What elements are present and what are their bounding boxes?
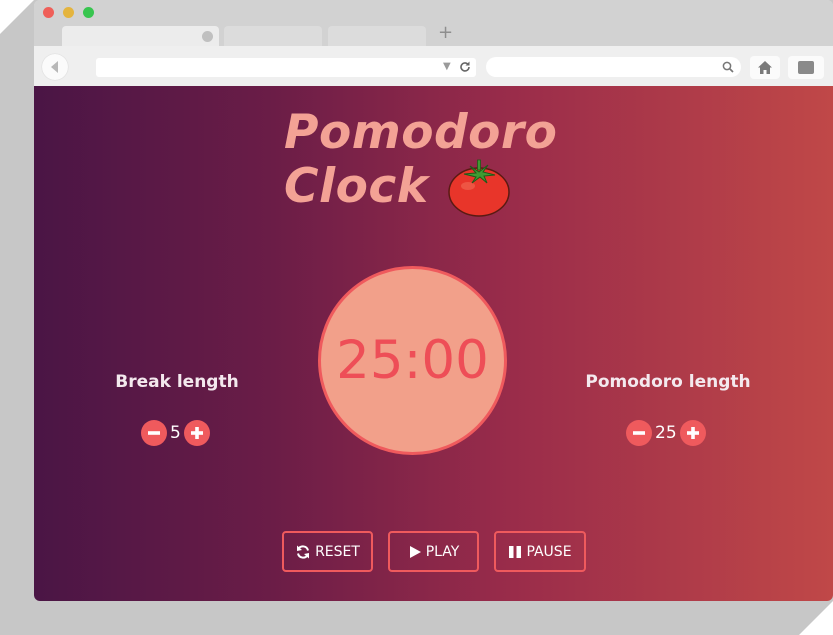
reload-icon[interactable] [458, 60, 472, 74]
reset-button[interactable]: RESET [282, 531, 373, 572]
browser-titlebar: + [34, 0, 833, 46]
search-bar[interactable] [486, 57, 741, 77]
minus-icon [633, 431, 645, 435]
browser-window: + ▼ Pomodoro Clock 25:00 Break length 5 … [34, 0, 833, 601]
plus-icon [190, 427, 203, 439]
pause-button[interactable]: PAUSE [494, 531, 586, 572]
pomodoro-decrement-button[interactable] [626, 420, 652, 446]
pomodoro-increment-button[interactable] [679, 420, 706, 446]
pomodoro-page: Pomodoro Clock 25:00 Break length 5 Pomo… [34, 86, 833, 601]
play-button[interactable]: PLAY [388, 531, 479, 572]
tab-close-icon[interactable] [202, 31, 213, 42]
timer-display: 25:00 [336, 330, 489, 391]
pomodoro-length-stepper: 25 [626, 420, 706, 446]
browser-toolbar: ▼ [34, 46, 833, 86]
break-decrement-button[interactable] [141, 420, 167, 446]
minus-icon [148, 431, 160, 435]
pomodoro-length-label: Pomodoro length [585, 372, 751, 392]
search-icon [722, 61, 734, 73]
menu-icon [798, 61, 814, 74]
pomodoro-length-value: 25 [655, 423, 677, 443]
reset-label: RESET [315, 543, 360, 560]
tomato-icon [448, 159, 510, 217]
break-length-stepper: 5 [141, 420, 210, 446]
home-button[interactable] [750, 56, 780, 79]
timer-clock: 25:00 [318, 266, 507, 455]
maximize-window-button[interactable] [83, 7, 94, 18]
minimize-window-button[interactable] [63, 7, 74, 18]
break-length-label: Break length [115, 372, 239, 392]
refresh-icon [297, 544, 310, 559]
browser-tab-active[interactable] [62, 26, 219, 46]
break-increment-button[interactable] [183, 420, 210, 446]
new-tab-button[interactable]: + [438, 23, 453, 43]
play-icon [409, 545, 421, 558]
browser-tab[interactable] [224, 26, 322, 46]
address-bar[interactable]: ▼ [96, 58, 476, 77]
home-icon [758, 61, 772, 74]
browser-tab[interactable] [328, 26, 426, 46]
page-title: Pomodoro Clock [284, 106, 557, 214]
play-label: PLAY [425, 543, 460, 560]
menu-button[interactable] [788, 56, 824, 79]
title-line-2: Clock [284, 159, 429, 214]
address-dropdown-icon[interactable]: ▼ [443, 61, 451, 72]
close-window-button[interactable] [43, 7, 54, 18]
break-length-value: 5 [170, 423, 181, 443]
pause-label: PAUSE [526, 543, 572, 560]
back-button[interactable] [42, 54, 68, 80]
pause-icon [509, 545, 522, 558]
plus-icon [686, 427, 699, 439]
back-arrow-icon [51, 61, 58, 73]
title-line-1: Pomodoro [284, 105, 558, 160]
